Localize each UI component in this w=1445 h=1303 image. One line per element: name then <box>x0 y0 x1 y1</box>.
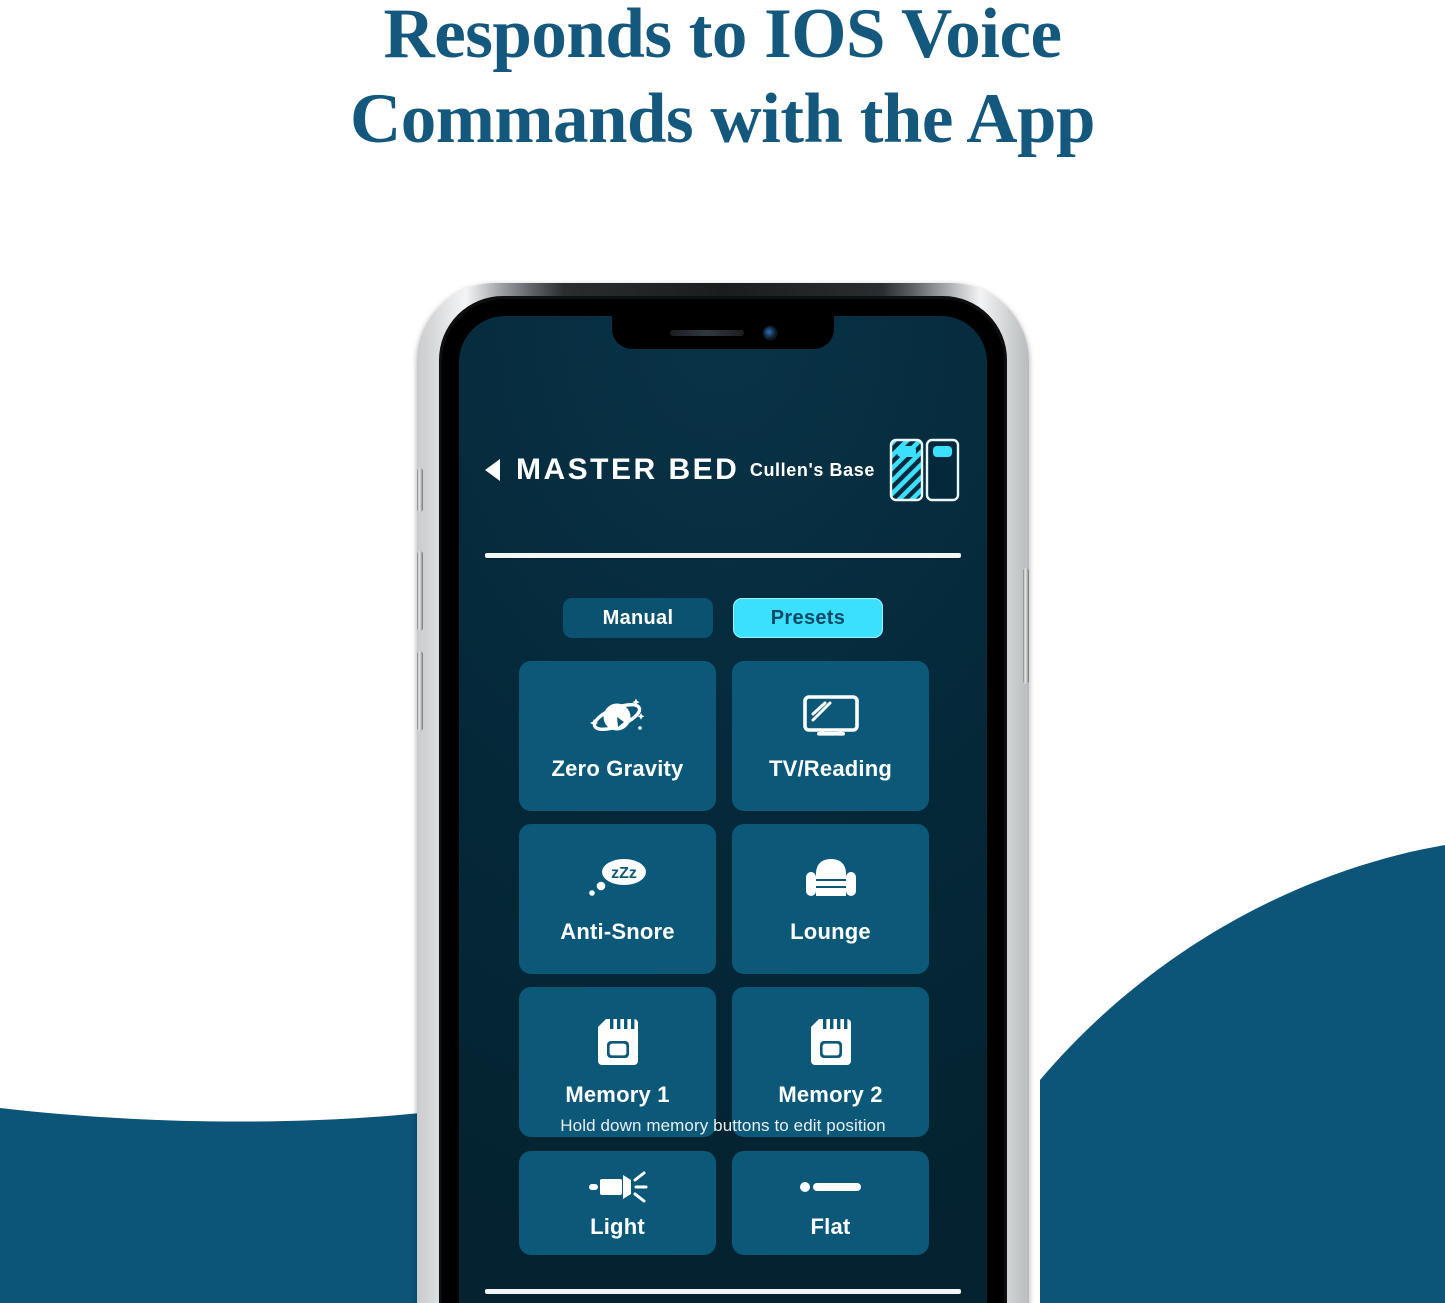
bed-left-pillow <box>897 446 916 457</box>
header-left-group: MASTER BED <box>485 453 739 487</box>
preset-label: Memory 1 <box>565 1082 670 1107</box>
volume-down-button[interactable] <box>417 651 423 731</box>
bottom-nav-divider <box>485 1289 961 1294</box>
app-screen: MASTER BED Cullen's Base Manual Presets … <box>459 316 987 1303</box>
action-label: Flat <box>810 1214 851 1239</box>
preset-label: Lounge <box>790 919 871 944</box>
memory-hint-text: Hold down memory buttons to edit positio… <box>560 1116 886 1135</box>
preset-lounge-button[interactable]: Lounge <box>732 824 929 974</box>
preset-anti-snore-button[interactable]: zZz Anti-Snore <box>519 824 716 974</box>
tab-presets[interactable]: Presets <box>733 598 883 638</box>
power-button[interactable] <box>1023 568 1029 684</box>
short-action-grid: Light Flat <box>519 1151 929 1255</box>
speaker-grille-icon <box>670 329 744 336</box>
preset-memory-2-button[interactable]: Memory 2 <box>732 987 929 1137</box>
memory-card-icon <box>596 1016 640 1068</box>
back-triangle-icon[interactable] <box>485 459 500 481</box>
headline-line-1: Responds to IOS Voice <box>383 0 1062 73</box>
wave-left <box>0 1108 430 1303</box>
preset-label: TV/Reading <box>768 756 892 781</box>
bed-right-pillow <box>933 446 952 457</box>
base-name-label: Cullen's Base <box>749 459 875 480</box>
tab-manual[interactable]: Manual <box>563 598 713 638</box>
preset-grid: Zero Gravity TV/Reading zZz Anti-Snore L… <box>519 661 929 1137</box>
snore-zzz-bubble-icon: zZz <box>587 853 649 905</box>
header-right-group[interactable]: Cullen's Base <box>750 432 963 508</box>
armchair-icon <box>804 853 858 905</box>
phone-notch <box>612 316 834 349</box>
phone-mockup: MASTER BED Cullen's Base Manual Presets … <box>417 283 1029 1303</box>
wave-right <box>1040 845 1445 1303</box>
preset-tv-reading-button[interactable]: TV/Reading <box>732 661 929 811</box>
volume-up-button[interactable] <box>417 551 423 631</box>
planet-icon <box>587 690 649 742</box>
action-light-button[interactable]: Light <box>519 1151 716 1255</box>
page-title: Responds to IOS Voice Commands with the … <box>0 0 1445 162</box>
front-camera-icon <box>764 326 776 339</box>
flashlight-icon <box>587 1166 649 1208</box>
memory-card-icon <box>809 1016 853 1068</box>
preset-label: Zero Gravity <box>551 756 684 781</box>
app-header: MASTER BED Cullen's Base <box>459 412 987 528</box>
preset-label: Anti-Snore <box>560 919 675 944</box>
flat-bed-icon <box>799 1166 863 1208</box>
svg-text:zZz: zZz <box>611 865 637 882</box>
headline-line-2: Commands with the App <box>349 80 1096 158</box>
page-title-label: MASTER BED <box>516 453 740 486</box>
television-icon <box>802 690 860 742</box>
dual-bed-selector-icon[interactable] <box>887 432 963 508</box>
action-flat-button[interactable]: Flat <box>732 1151 929 1255</box>
mute-switch[interactable] <box>417 468 423 512</box>
preset-memory-1-button[interactable]: Memory 1 <box>519 987 716 1137</box>
preset-label: Memory 2 <box>778 1082 883 1107</box>
mode-toggle-group: Manual Presets <box>459 598 987 638</box>
preset-zero-gravity-button[interactable]: Zero Gravity <box>519 661 716 811</box>
header-divider <box>485 553 961 558</box>
action-label: Light <box>590 1214 645 1239</box>
promo-graphic: Responds to IOS Voice Commands with the … <box>0 0 1445 1303</box>
